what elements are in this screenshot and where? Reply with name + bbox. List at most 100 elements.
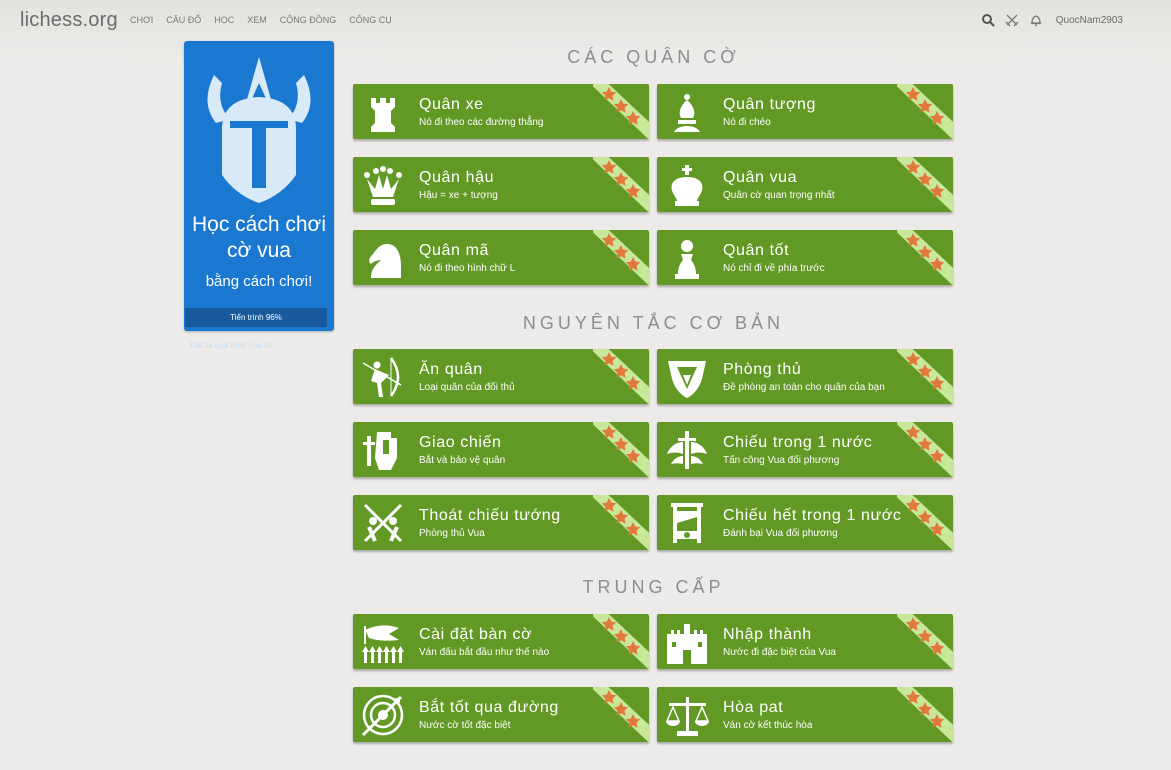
- learn-sidebar: Học cách chơi cờ vua bằng cách chơi! Tiế…: [184, 41, 334, 350]
- stage-description: Nó đi chéo: [723, 117, 771, 128]
- stars-ribbon: [897, 687, 953, 742]
- stars-ribbon: [897, 84, 953, 139]
- stage-description: Quân cờ quan trọng nhất: [723, 190, 835, 201]
- stage-name: Quân xe: [419, 96, 484, 113]
- stage-description: Hậu = xe + tượng: [419, 190, 498, 201]
- stage-name: Quân hậu: [419, 169, 495, 186]
- stage-card[interactable]: Quân vua Quân cờ quan trọng nhất: [657, 157, 953, 212]
- stage-description: Loại quân của đối thủ: [419, 382, 515, 393]
- stars-ribbon: [897, 349, 953, 404]
- nav-community[interactable]: CỘNG ĐỒNG: [280, 15, 337, 25]
- stars-ribbon: [593, 422, 649, 477]
- stars-ribbon: [897, 230, 953, 285]
- stars-ribbon: [593, 230, 649, 285]
- stars-ribbon: [593, 349, 649, 404]
- stage-description: Nó đi theo các đường thẳng: [419, 117, 544, 128]
- stage-card[interactable]: Quân tốt Nó chỉ đi về phía trước: [657, 230, 953, 285]
- stage-name: Nhập thành: [723, 626, 812, 643]
- nav-tools[interactable]: CÔNG CỤ: [349, 15, 392, 25]
- stage-name: Chiếu hết trong 1 nước: [723, 507, 902, 524]
- viking-helmet-icon: [207, 57, 311, 203]
- stage-name: Thoát chiếu tướng: [419, 507, 561, 524]
- castle-icon: [667, 624, 707, 664]
- stage-card[interactable]: Quân mã Nó đi theo hình chữ L: [353, 230, 649, 285]
- knight-sword-icon: [363, 432, 397, 470]
- reset-progress-link[interactable]: Đặt lại quá trình của tôi: [190, 341, 272, 350]
- king-icon: [671, 165, 703, 206]
- progress-bar: Tiến trình 96%: [185, 308, 327, 327]
- winged-sword-icon: [667, 431, 707, 469]
- knight-icon: [369, 244, 401, 278]
- stage-card[interactable]: Quân hậu Hậu = xe + tượng: [353, 157, 649, 212]
- stage-description: Tấn công Vua đối phương: [723, 455, 840, 466]
- stage-description: Nước đi đặc biệt của Vua: [723, 647, 836, 658]
- stage-name: Quân tốt: [723, 242, 790, 259]
- crossed-swords-icon[interactable]: [1005, 13, 1019, 27]
- stage-description: Đánh bại Vua đối phương: [723, 528, 838, 539]
- section-title-pieces: CÁC QUÂN CỜ: [567, 47, 740, 67]
- section-title-intermediate: TRUNG CẤP: [582, 577, 725, 597]
- nav-play[interactable]: CHƠI: [130, 15, 153, 25]
- stage-description: Bắt và bảo vệ quân: [419, 455, 506, 466]
- stars-ribbon: [593, 614, 649, 669]
- pawn-icon: [675, 240, 699, 279]
- army-icon: [362, 625, 404, 663]
- sidebar-subtitle: bằng cách chơi!: [205, 273, 313, 290]
- bishop-icon: [674, 94, 700, 132]
- stage-card[interactable]: Giao chiến Bắt và bảo vệ quân: [353, 422, 649, 477]
- crossed-swords-icon: [363, 503, 403, 543]
- stage-card[interactable]: Nhập thành Nước đi đặc biệt của Vua: [657, 614, 953, 669]
- archer-icon: [362, 357, 402, 397]
- stars-ribbon: [897, 157, 953, 212]
- stars-ribbon: [593, 157, 649, 212]
- stage-description: Phòng thủ Vua: [419, 528, 485, 539]
- site-logo[interactable]: lichess.org: [20, 9, 118, 32]
- stars-ribbon: [897, 422, 953, 477]
- stage-name: Hòa pat: [723, 699, 784, 716]
- stage-name: Giao chiến: [419, 434, 502, 451]
- username-link[interactable]: QuocNam2903: [1056, 15, 1123, 26]
- stage-description: Đề phòng an toàn cho quân của bạn: [723, 382, 885, 393]
- stage-card[interactable]: Chiếu hết trong 1 nước Đánh bại Vua đối p…: [657, 495, 953, 550]
- stage-card[interactable]: Quân tượng Nó đi chéo: [657, 84, 953, 139]
- nav-learn[interactable]: HỌC: [214, 15, 234, 25]
- stage-name: Phòng thủ: [723, 361, 802, 378]
- stage-card[interactable]: Hòa pat Ván cờ kết thúc hòa: [657, 687, 953, 742]
- main-nav: CHƠI CÂU ĐỐ HỌC XEM CỘNG ĐỒNG CÔNG CỤ: [130, 15, 405, 25]
- stage-card[interactable]: Cài đặt bàn cờ Ván đấu bắt đầu như thế nà…: [353, 614, 649, 669]
- target-arrow-icon: [361, 694, 404, 737]
- stage-card[interactable]: Chiếu trong 1 nước Tấn công Vua đối phươn…: [657, 422, 953, 477]
- stage-card[interactable]: Quân xe Nó đi theo các đường thẳng: [353, 84, 649, 139]
- search-icon[interactable]: [981, 13, 995, 27]
- stars-ribbon: [593, 495, 649, 550]
- rook-icon: [371, 98, 395, 132]
- nav-puzzles[interactable]: CÂU ĐỐ: [166, 15, 201, 25]
- queen-icon: [364, 166, 402, 205]
- sidebar-title: Học cách chơi cờ vua: [192, 213, 326, 262]
- shield-icon: [668, 361, 706, 398]
- stage-card[interactable]: Phòng thủ Đề phòng an toàn cho quân của b…: [657, 349, 953, 404]
- stage-description: Nước cờ tốt đặc biệt: [419, 720, 511, 731]
- stage-description: Ván cờ kết thúc hòa: [723, 720, 813, 731]
- scales-icon: [665, 697, 709, 736]
- nav-watch[interactable]: XEM: [247, 15, 267, 25]
- stage-card[interactable]: Thoát chiếu tướng Phòng thủ Vua: [353, 495, 649, 550]
- stage-name: Ăn quân: [419, 361, 483, 378]
- bell-icon[interactable]: [1029, 13, 1043, 27]
- stars-ribbon: [897, 614, 953, 669]
- user-area: QuocNam2903: [981, 13, 1123, 27]
- guillotine-icon: [671, 503, 703, 543]
- stage-card[interactable]: Ăn quân Loại quân của đối thủ: [353, 349, 649, 404]
- stage-name: Quân vua: [723, 169, 798, 186]
- stars-ribbon: [593, 687, 649, 742]
- stage-name: Cài đặt bàn cờ: [419, 626, 533, 643]
- stage-description: Nó chỉ đi về phía trước: [723, 263, 825, 274]
- stage-description: Nó đi theo hình chữ L: [419, 263, 516, 274]
- stage-name: Chiếu trong 1 nước: [723, 434, 873, 451]
- stage-card[interactable]: Bắt tốt qua đường Nước cờ tốt đặc biệt: [353, 687, 649, 742]
- stars-ribbon: [593, 84, 649, 139]
- stage-name: Bắt tốt qua đường: [419, 699, 559, 716]
- stars-ribbon: [897, 495, 953, 550]
- stage-name: Quân mã: [419, 242, 490, 259]
- section-title-fundamentals: NGUYÊN TẮC CƠ BẢN: [522, 313, 785, 333]
